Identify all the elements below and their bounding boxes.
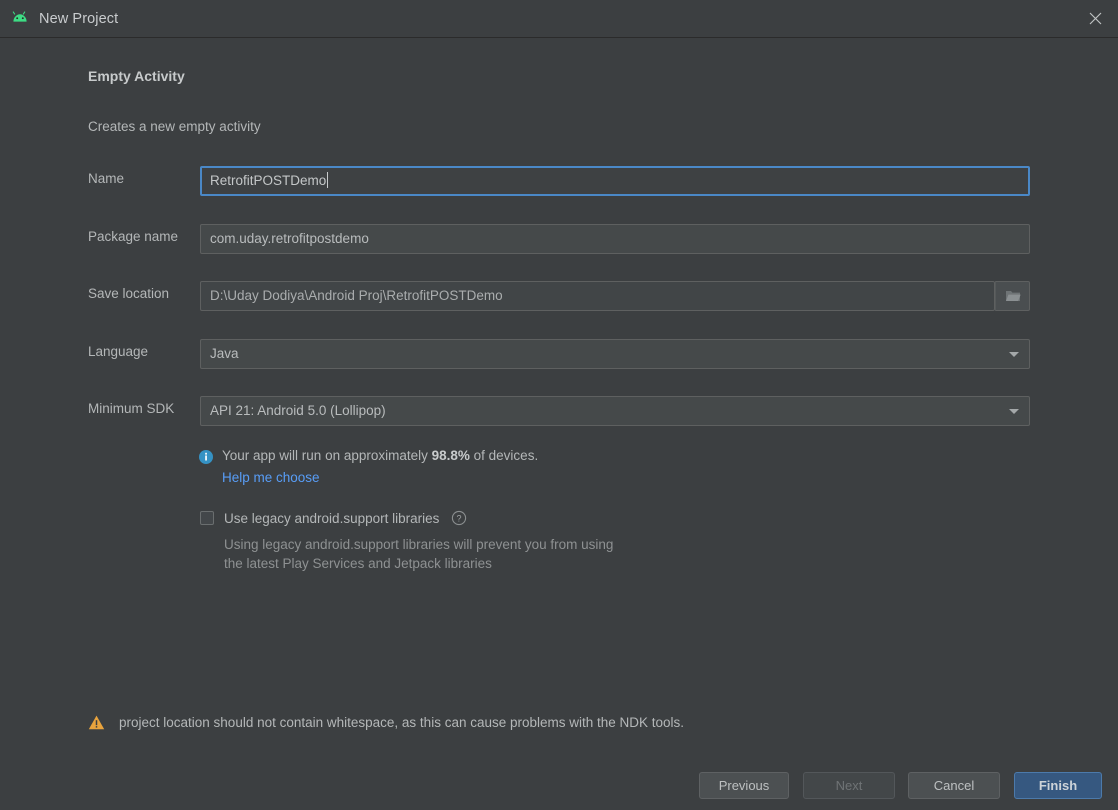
name-input-value: RetrofitPOSTDemo <box>210 173 327 188</box>
device-coverage-info: Your app will run on approximately 98.8%… <box>198 448 538 485</box>
chevron-down-icon[interactable] <box>998 339 1030 369</box>
language-select[interactable]: Java <box>200 339 1030 369</box>
close-icon[interactable] <box>1072 0 1118 37</box>
row-package-name: Package name com.uday.retrofitpostdemo <box>0 224 1118 254</box>
previous-button[interactable]: Previous <box>699 772 789 799</box>
legacy-support-section: Use legacy android.support libraries ? U… <box>200 510 613 573</box>
save-location-label: Save location <box>88 286 170 301</box>
legacy-support-label[interactable]: Use legacy android.support libraries <box>224 511 439 526</box>
window-title: New Project <box>39 10 119 27</box>
minimum-sdk-select[interactable]: API 21: Android 5.0 (Lollipop) <box>200 396 1030 426</box>
validation-warning: project location should not contain whit… <box>88 714 684 731</box>
package-name-input[interactable]: com.uday.retrofitpostdemo <box>200 224 1030 254</box>
folder-icon[interactable] <box>995 281 1030 311</box>
minimum-sdk-label: Minimum SDK <box>88 401 175 416</box>
next-button: Next <box>803 772 895 799</box>
dialog-content: Empty Activity Creates a new empty activ… <box>0 38 1118 760</box>
package-name-label: Package name <box>88 229 179 244</box>
cancel-button[interactable]: Cancel <box>908 772 1000 799</box>
warning-triangle-icon <box>88 714 105 731</box>
window-titlebar: New Project <box>0 0 1118 38</box>
row-save-location: Save location D:\Uday Dodiya\Android Pro… <box>0 281 1118 311</box>
coverage-percent: 98.8% <box>431 448 470 463</box>
help-me-choose-link[interactable]: Help me choose <box>222 470 320 485</box>
coverage-suffix: of devices. <box>469 448 539 463</box>
page-title: Empty Activity <box>88 68 185 84</box>
text-caret <box>327 172 329 188</box>
dialog-footer: Previous Next Cancel Finish <box>0 760 1118 810</box>
android-robot-icon <box>9 8 31 30</box>
finish-button[interactable]: Finish <box>1014 772 1102 799</box>
row-language: Language Java <box>0 339 1118 369</box>
name-input[interactable]: RetrofitPOSTDemo <box>200 166 1030 196</box>
row-minimum-sdk: Minimum SDK API 21: Android 5.0 (Lollipo… <box>0 396 1118 426</box>
device-coverage-text: Your app will run on approximately 98.8%… <box>222 448 538 463</box>
question-mark-icon[interactable]: ? <box>451 510 467 526</box>
svg-text:?: ? <box>457 513 462 523</box>
chevron-down-icon[interactable] <box>998 396 1030 426</box>
name-label: Name <box>88 171 125 186</box>
legacy-support-checkbox[interactable] <box>200 511 214 525</box>
legacy-support-description: Using legacy android.support libraries w… <box>224 537 614 571</box>
row-name: Name RetrofitPOSTDemo <box>0 166 1118 196</box>
save-location-input[interactable]: D:\Uday Dodiya\Android Proj\RetrofitPOST… <box>200 281 995 311</box>
language-label: Language <box>88 344 149 359</box>
info-icon <box>198 449 214 465</box>
validation-warning-text: project location should not contain whit… <box>119 715 685 730</box>
coverage-prefix: Your app will run on approximately <box>222 448 432 463</box>
page-subtitle: Creates a new empty activity <box>88 119 261 134</box>
